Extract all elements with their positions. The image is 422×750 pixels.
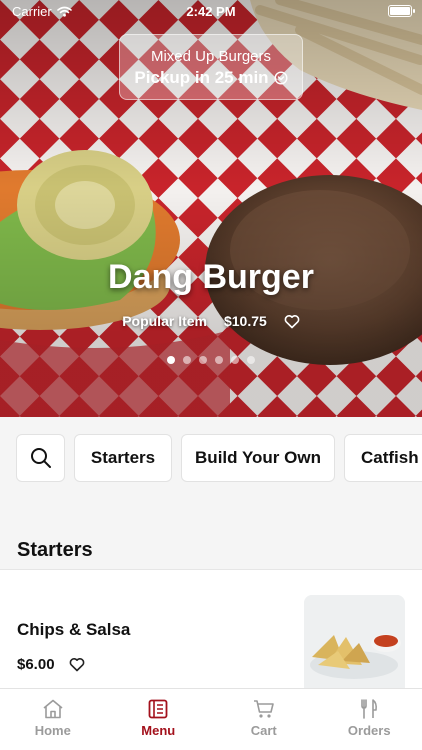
- hero-carousel[interactable]: Carrier 2:42 PM Mixed Up Burgers Pickup …: [0, 0, 422, 417]
- item-name: Chips & Salsa: [17, 620, 131, 639]
- tab-home[interactable]: Home: [0, 689, 106, 750]
- category-chip-starters[interactable]: Starters: [74, 434, 172, 482]
- pickup-time-row: Pickup in 25 min: [120, 68, 302, 88]
- cart-icon: [253, 700, 274, 718]
- item-price: $6.00: [17, 656, 55, 673]
- category-chip-build-your-own[interactable]: Build Your Own: [181, 434, 335, 482]
- status-bar: Carrier 2:42 PM: [0, 0, 422, 22]
- category-bar: Starters Build Your Own Catfish: [0, 417, 422, 500]
- featured-title: Dang Burger: [108, 258, 314, 296]
- item-image: [304, 595, 405, 689]
- featured-label: Popular Item: [122, 313, 207, 329]
- tab-orders[interactable]: Orders: [317, 689, 422, 750]
- featured-item[interactable]: Dang Burger Popular Item $10.75: [0, 258, 422, 329]
- carousel-dot[interactable]: [231, 356, 239, 364]
- tab-bar: Home Menu Cart Orders: [0, 688, 422, 750]
- tab-label: Orders: [347, 723, 391, 738]
- section-header: Starters: [0, 530, 422, 570]
- featured-meta: Popular Item $10.75: [0, 313, 422, 329]
- carousel-pagination[interactable]: [0, 356, 422, 364]
- section-spacer: [0, 500, 422, 530]
- pickup-time-text: Pickup in 25 min: [134, 68, 269, 87]
- carousel-dot[interactable]: [183, 356, 191, 364]
- item-price-row: $6.00: [17, 656, 85, 673]
- heart-icon[interactable]: [69, 657, 85, 672]
- carousel-dot[interactable]: [199, 356, 207, 364]
- clock: 2:42 PM: [186, 4, 236, 19]
- battery-icon: [388, 5, 415, 17]
- carousel-dot[interactable]: [215, 356, 223, 364]
- category-chip-catfish[interactable]: Catfish: [344, 434, 422, 482]
- pickup-selector[interactable]: Mixed Up Burgers Pickup in 25 min: [119, 34, 303, 100]
- featured-price: $10.75: [223, 313, 267, 329]
- home-icon: [43, 699, 63, 719]
- chevron-down-circle-icon: [274, 71, 288, 85]
- menu-item[interactable]: Chips & Salsa $6.00: [0, 571, 422, 689]
- carousel-dot[interactable]: [167, 356, 175, 364]
- tab-label: Home: [34, 723, 71, 738]
- carousel-dot[interactable]: [247, 356, 255, 364]
- fork-knife-icon: [361, 699, 378, 719]
- tab-cart[interactable]: Cart: [211, 689, 317, 750]
- tab-label: Menu: [141, 723, 176, 738]
- tab-label: Cart: [250, 723, 277, 738]
- heart-icon[interactable]: [284, 314, 300, 329]
- chips-salsa-image: [304, 595, 405, 689]
- tab-menu[interactable]: Menu: [106, 689, 212, 750]
- restaurant-name: Mixed Up Burgers: [150, 48, 272, 65]
- menu-icon: [148, 699, 168, 719]
- section-title: Starters: [17, 539, 93, 561]
- search-icon: [30, 448, 51, 468]
- search-button[interactable]: [16, 434, 65, 482]
